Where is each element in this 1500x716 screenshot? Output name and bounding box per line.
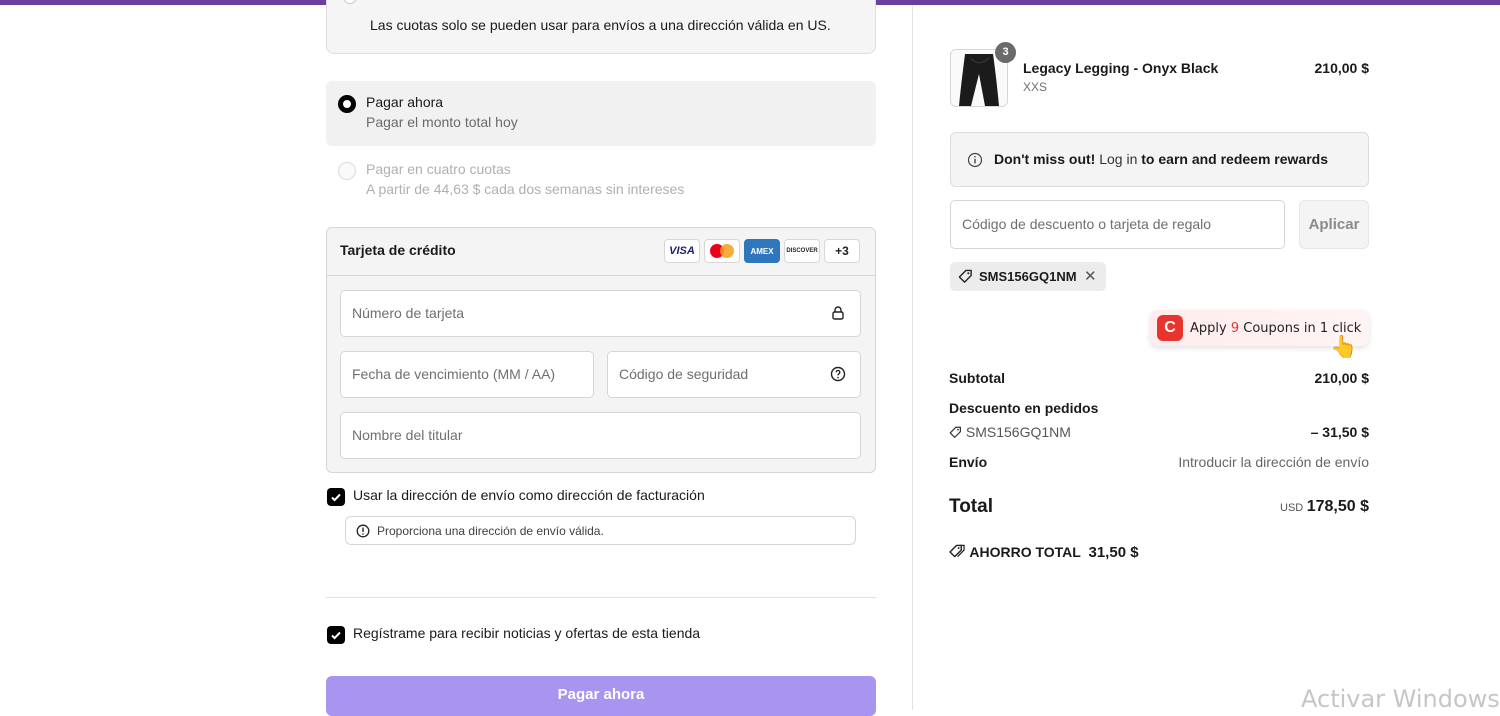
quantity-badge: 3: [995, 42, 1016, 63]
rewards-text: Don't miss out! Log in to earn and redee…: [994, 151, 1328, 167]
pay-now-subtitle: Pagar el monto total hoy: [366, 114, 518, 130]
tag-icon: [949, 426, 961, 438]
billing-same-label: Usar la dirección de envío como direcció…: [353, 487, 705, 503]
info-icon: [356, 524, 370, 538]
info-icon: [967, 152, 983, 168]
installments-title: Pagar en cuatro cuotas: [366, 161, 511, 177]
savings-tag-icon: [949, 544, 965, 558]
newsletter-checkbox[interactable]: [327, 626, 345, 644]
total-savings: AHORRO TOTAL 31,50 $: [949, 544, 1139, 561]
credit-card-title: Tarjeta de crédito: [340, 242, 456, 258]
order-discount-code: SMS156GQ1NM: [949, 424, 1071, 440]
more-cards-badge: +3: [824, 239, 860, 263]
newsletter-label: Regístrame para recibir noticias y ofert…: [353, 625, 701, 641]
windows-activation-watermark: Activar Windows: [1301, 685, 1500, 713]
rewards-prefix: Don't miss out!: [994, 151, 1096, 167]
check-icon: [331, 631, 341, 640]
security-code-placeholder: Código de seguridad: [619, 366, 749, 382]
payment-option-pay-now[interactable]: Pagar ahora Pagar el monto total hoy: [326, 81, 876, 146]
visa-icon: VISA: [664, 239, 700, 263]
total-label: Total: [949, 496, 993, 517]
installments-notice: Las cuotas solo se pueden usar para enví…: [326, 0, 876, 54]
security-code-input[interactable]: Código de seguridad: [607, 351, 861, 398]
total-currency: USD: [1280, 502, 1304, 514]
coupon-prefix: Apply: [1190, 321, 1227, 336]
pay-now-button[interactable]: Pagar ahora: [326, 676, 876, 716]
rewards-suffix: to earn and redeem rewards: [1141, 151, 1329, 167]
login-link[interactable]: Log in: [1099, 151, 1137, 167]
subtotal-label: Subtotal: [949, 370, 1005, 386]
radio-partial[interactable]: [343, 0, 357, 4]
credit-card-header[interactable]: Tarjeta de crédito VISA AMEX DISCOVER +3: [327, 228, 875, 276]
coupon-count: 9: [1230, 321, 1240, 336]
remove-discount-icon[interactable]: ✕: [1084, 267, 1097, 285]
amex-icon: AMEX: [744, 239, 780, 263]
expiry-input[interactable]: Fecha de vencimiento (MM / AA): [340, 351, 594, 398]
total-value: 178,50 $: [1306, 498, 1369, 515]
lock-icon: [832, 306, 844, 320]
product-variant: XXS: [1023, 80, 1048, 94]
shipping-address-warning-text: Proporciona una dirección de envío válid…: [377, 524, 604, 538]
shipping-address-warning: Proporciona una dirección de envío válid…: [345, 516, 856, 545]
card-number-placeholder: Número de tarjeta: [352, 305, 465, 321]
card-number-input[interactable]: Número de tarjeta: [340, 290, 861, 337]
check-icon: [331, 493, 341, 502]
shipping-value: Introducir la dirección de envío: [1178, 454, 1369, 470]
mastercard-icon: [704, 239, 740, 263]
tag-icon: [958, 269, 972, 283]
coupon-extension-logo-icon: C: [1157, 315, 1183, 341]
rewards-banner: Don't miss out! Log in to earn and redee…: [950, 132, 1369, 187]
applied-discount-code: SMS156GQ1NM: [979, 269, 1077, 284]
cardholder-name-placeholder: Nombre del titular: [352, 427, 463, 443]
pay-now-radio[interactable]: [338, 95, 356, 113]
shipping-label: Envío: [949, 454, 988, 470]
discover-icon: DISCOVER: [784, 239, 820, 263]
order-discount-value: – 31,50 $: [1310, 424, 1369, 440]
installments-radio[interactable]: [338, 162, 356, 180]
savings-value: 31,50 $: [1088, 544, 1139, 561]
subtotal-value: 210,00 $: [1314, 370, 1370, 386]
apply-discount-button[interactable]: Aplicar: [1299, 200, 1369, 249]
installments-notice-text: Las cuotas solo se pueden usar para enví…: [370, 17, 831, 33]
product-name: Legacy Legging - Onyx Black: [1023, 60, 1219, 76]
expiry-placeholder: Fecha de vencimiento (MM / AA): [352, 366, 556, 382]
billing-same-checkbox[interactable]: [327, 488, 345, 506]
discount-code-placeholder: Código de descuento o tarjeta de regalo: [962, 216, 1212, 232]
section-divider: [326, 597, 876, 598]
pay-now-title: Pagar ahora: [366, 94, 444, 110]
savings-label: AHORRO TOTAL: [969, 544, 1081, 560]
pointer-hand-icon: 👆: [1330, 334, 1358, 359]
cardholder-name-input[interactable]: Nombre del titular: [340, 412, 861, 459]
order-discount-label: Descuento en pedidos: [949, 400, 1099, 416]
order-discount-code-text: SMS156GQ1NM: [965, 424, 1071, 440]
column-divider: [912, 5, 913, 710]
help-icon[interactable]: [830, 366, 846, 382]
card-logos: VISA AMEX DISCOVER +3: [664, 239, 860, 263]
applied-discount-tag: SMS156GQ1NM ✕: [950, 262, 1106, 291]
installments-subtitle: A partir de 44,63 $ cada dos semanas sin…: [366, 181, 685, 197]
discount-code-input[interactable]: Código de descuento o tarjeta de regalo: [950, 200, 1285, 249]
product-price: 210,00 $: [1314, 60, 1370, 76]
